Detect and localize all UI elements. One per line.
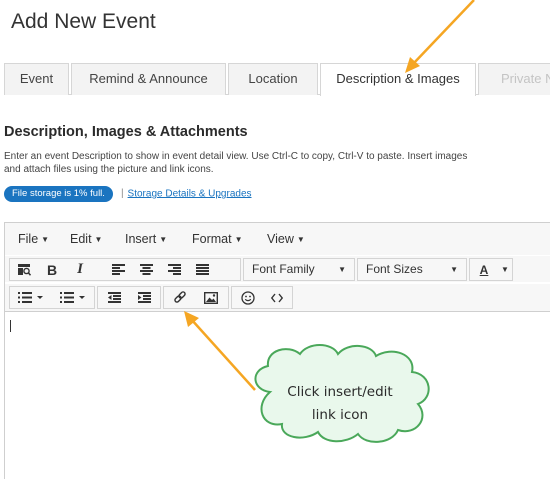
callout-text: Click insert/edit link icon [276,381,404,427]
callout-line-1: Click insert/edit [287,384,393,400]
arrow-to-tab-line [412,0,475,65]
callout-line-2: link icon [311,407,369,423]
